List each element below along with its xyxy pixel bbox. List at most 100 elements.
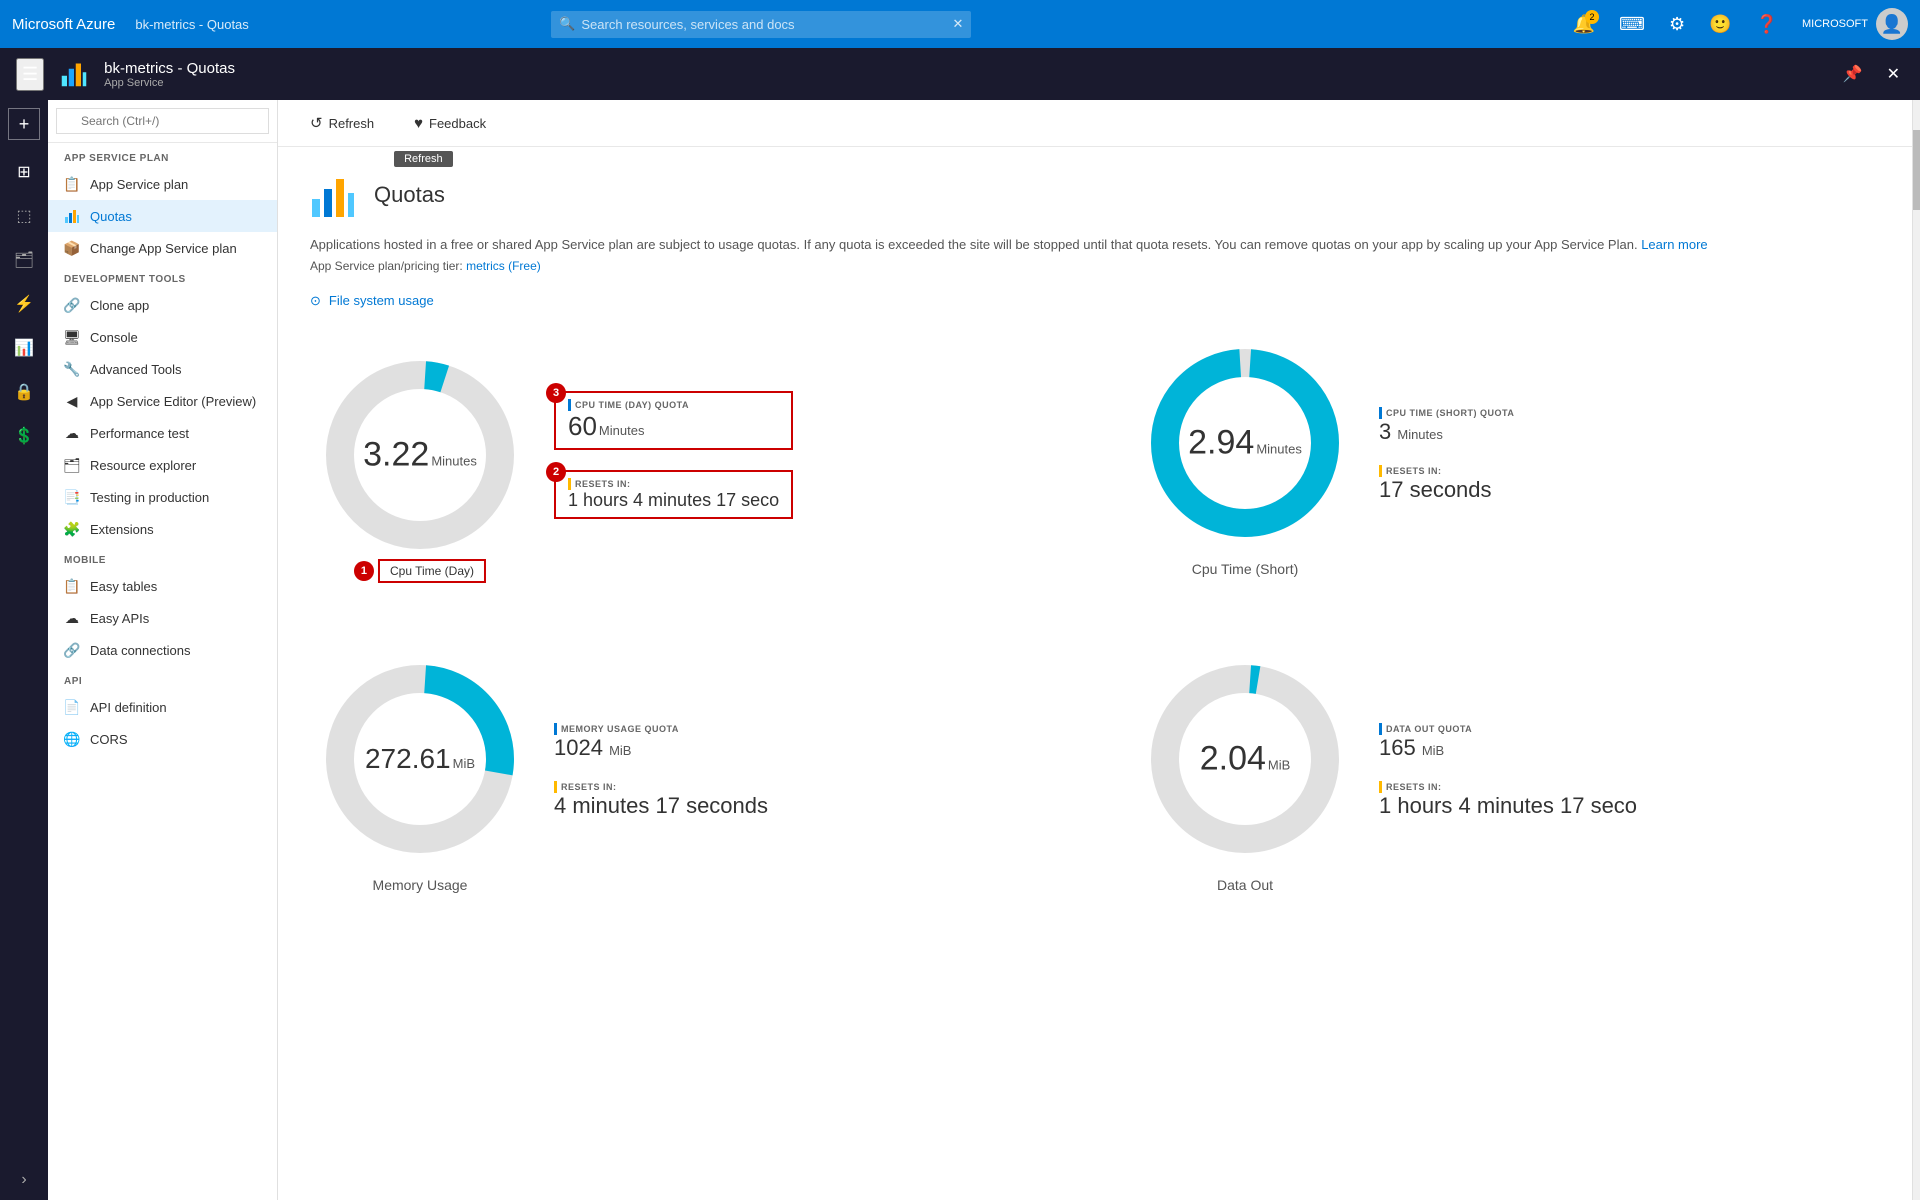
notification-badge: 2 bbox=[1585, 10, 1599, 24]
memory-name: Memory Usage bbox=[373, 877, 468, 893]
cpu-short-center: 2.94 Minutes bbox=[1188, 423, 1302, 462]
cpu-day-info: 3 CPU TIME (DAY) QUOTA 60Minutes 2 bbox=[554, 391, 793, 519]
resource-explorer-icon: 🗂 bbox=[64, 457, 80, 473]
nav-icon-cost[interactable]: 💲 bbox=[4, 416, 44, 456]
new-resource-button[interactable]: + bbox=[8, 108, 40, 140]
sidebar-item-advanced-tools[interactable]: 🔧 Advanced Tools bbox=[48, 353, 277, 385]
topbar-search-input[interactable] bbox=[551, 11, 971, 38]
cpu-short-resets-row: RESETS IN: 17 seconds bbox=[1379, 465, 1514, 503]
easy-apis-icon: ☁ bbox=[64, 610, 80, 626]
app-title: bk-metrics - Quotas bbox=[104, 60, 235, 77]
sidebar-item-console[interactable]: 🖥 Console bbox=[48, 321, 277, 353]
user-label: MICROSOFT bbox=[1802, 18, 1868, 30]
quotas-page-icon bbox=[310, 171, 358, 219]
pin-icon[interactable]: 📌 bbox=[1839, 60, 1867, 88]
topbar-actions: 🔔 2 ⌨ ⚙ 🙂 ❓ MICROSOFT 👤 bbox=[1565, 8, 1908, 40]
content-inner: Quotas Applications hosted in a free or … bbox=[278, 147, 1912, 1200]
memory-resets-row: RESETS IN: 4 minutes 17 seconds bbox=[554, 781, 768, 819]
topbar: Microsoft Azure bk-metrics - Quotas 🔍 ✕ … bbox=[0, 0, 1920, 48]
settings-button[interactable]: ⚙ bbox=[1661, 10, 1693, 39]
nav-icon-security[interactable]: 🔒 bbox=[4, 372, 44, 412]
sidebar-section-dev-tools: DEVELOPMENT TOOLS bbox=[48, 264, 277, 289]
sidebar-item-resource-explorer[interactable]: 🗂 Resource explorer bbox=[48, 449, 277, 481]
file-system-icon: ⊙ bbox=[310, 293, 321, 309]
performance-test-icon: ☁ bbox=[64, 425, 80, 441]
topbar-resource-title: bk-metrics - Quotas bbox=[135, 17, 248, 32]
cpu-day-center: 3.22 Minutes bbox=[363, 435, 477, 474]
close-icon[interactable]: ✕ bbox=[1883, 60, 1904, 88]
feedback-button-toolbar[interactable]: ♥ Feedback bbox=[402, 109, 498, 138]
learn-more-link[interactable]: Learn more bbox=[1641, 237, 1707, 252]
help-button[interactable]: ❓ bbox=[1748, 10, 1786, 39]
memory-info: MEMORY USAGE QUOTA 1024 MiB RESETS IN: 4… bbox=[554, 723, 768, 819]
app-service-plan-icon: 📋 bbox=[64, 176, 80, 192]
hamburger-button[interactable]: ☰ bbox=[16, 58, 44, 91]
gauge-cpu-short: 2.94 Minutes Cpu Time (Short) C bbox=[1135, 333, 1880, 577]
sidebar-item-performance-test[interactable]: ☁ Performance test bbox=[48, 417, 277, 449]
nav-icon-expand[interactable]: › bbox=[4, 1160, 44, 1200]
data-out-unit: MiB bbox=[1268, 757, 1290, 772]
api-definition-icon: 📄 bbox=[64, 699, 80, 715]
cors-icon: 🌐 bbox=[64, 731, 80, 747]
content-area: ↺ Refresh Refresh ♥ Feedback bbox=[278, 100, 1912, 1200]
sidebar-item-quotas[interactable]: Quotas bbox=[48, 200, 277, 232]
sidebar-item-clone-app[interactable]: 🔗 Clone app bbox=[48, 289, 277, 321]
sidebar-section-api: API bbox=[48, 666, 277, 691]
feedback-button[interactable]: 🙂 bbox=[1701, 10, 1739, 39]
sidebar-item-change-plan[interactable]: 📦 Change App Service plan bbox=[48, 232, 277, 264]
cpu-short-name: Cpu Time (Short) bbox=[1192, 561, 1299, 577]
notifications-button[interactable]: 🔔 2 bbox=[1565, 10, 1603, 39]
sidebar-item-easy-tables[interactable]: 📋 Easy tables bbox=[48, 570, 277, 602]
nav-icon-resource-groups[interactable]: 🗂 bbox=[4, 240, 44, 280]
nav-icon-all-resources[interactable]: ⬚ bbox=[4, 196, 44, 236]
left-icon-bar: + ⊞ ⬚ 🗂 ⚡ 📊 🔒 💲 › bbox=[0, 100, 48, 1200]
sidebar-item-api-definition[interactable]: 📄 API definition bbox=[48, 691, 277, 723]
nav-icon-monitor[interactable]: 📊 bbox=[4, 328, 44, 368]
refresh-icon: ↺ bbox=[310, 114, 323, 132]
cpu-day-label-box: Cpu Time (Day) bbox=[378, 559, 486, 583]
page-plan-info: App Service plan/pricing tier: metrics (… bbox=[310, 259, 1880, 273]
content-toolbar: ↺ Refresh Refresh ♥ Feedback bbox=[278, 100, 1912, 147]
sidebar-item-easy-apis[interactable]: ☁ Easy APIs bbox=[48, 602, 277, 634]
page-header: Quotas bbox=[310, 171, 1880, 219]
file-system-link[interactable]: ⊙ File system usage bbox=[310, 293, 1880, 309]
sidebar-item-extensions[interactable]: 🧩 Extensions bbox=[48, 513, 277, 545]
refresh-button[interactable]: ↺ Refresh bbox=[298, 108, 386, 138]
user-avatar[interactable]: 👤 bbox=[1876, 8, 1908, 40]
cpu-short-info: CPU TIME (SHORT) QUOTA 3 Minutes RESETS … bbox=[1379, 407, 1514, 503]
page-title: Quotas bbox=[374, 182, 445, 208]
cloud-shell-button[interactable]: ⌨ bbox=[1611, 10, 1653, 39]
sidebar-item-cors[interactable]: 🌐 CORS bbox=[48, 723, 277, 755]
cpu-short-value: 2.94 bbox=[1188, 423, 1254, 462]
cpu-short-quota-row: CPU TIME (SHORT) QUOTA 3 Minutes bbox=[1379, 407, 1514, 445]
data-out-center: 2.04 MiB bbox=[1200, 739, 1291, 778]
console-icon: 🖥 bbox=[64, 329, 80, 345]
gauges-grid: 1 Cpu Time (Day) 3.22 Minutes bbox=[310, 333, 1880, 893]
gauge-memory: 272.61 MiB Memory Usage MEMORY bbox=[310, 649, 1055, 893]
data-out-name: Data Out bbox=[1217, 877, 1273, 893]
memory-quota-row: MEMORY USAGE QUOTA 1024 MiB bbox=[554, 723, 768, 761]
secondbar: ☰ bk-metrics - Quotas App Service 📌 ✕ bbox=[0, 48, 1920, 100]
change-plan-icon: 📦 bbox=[64, 240, 80, 256]
sidebar-search-input[interactable] bbox=[56, 108, 269, 134]
extensions-icon: 🧩 bbox=[64, 521, 80, 537]
scrollbar[interactable] bbox=[1912, 100, 1920, 1200]
easy-tables-icon: 📋 bbox=[64, 578, 80, 594]
cpu-day-unit: Minutes bbox=[431, 453, 477, 468]
sidebar-item-testing-production[interactable]: 📑 Testing in production bbox=[48, 481, 277, 513]
nav-icon-dashboard[interactable]: ⊞ bbox=[4, 152, 44, 192]
sidebar-item-app-service-plan[interactable]: 📋 App Service plan bbox=[48, 168, 277, 200]
data-connections-icon: 🔗 bbox=[64, 642, 80, 658]
cpu-day-resets-box: 2 RESETS IN: 1 hours 4 minutes 17 seco bbox=[554, 470, 793, 519]
data-out-info: DATA OUT QUOTA 165 MiB RESETS IN: 1 hour… bbox=[1379, 723, 1637, 819]
sidebar-item-data-connections[interactable]: 🔗 Data connections bbox=[48, 634, 277, 666]
scrollbar-thumb[interactable] bbox=[1913, 130, 1920, 210]
plan-link[interactable]: metrics (Free) bbox=[466, 259, 541, 273]
topbar-search-clear-icon[interactable]: ✕ bbox=[952, 16, 963, 32]
cpu-day-badge-1: 1 bbox=[354, 561, 374, 581]
gauge-cpu-day: 1 Cpu Time (Day) 3.22 Minutes bbox=[310, 333, 1055, 577]
sidebar-item-app-service-editor[interactable]: ◀ App Service Editor (Preview) bbox=[48, 385, 277, 417]
data-out-quota-row: DATA OUT QUOTA 165 MiB bbox=[1379, 723, 1637, 761]
data-out-resets-row: RESETS IN: 1 hours 4 minutes 17 seco bbox=[1379, 781, 1637, 819]
nav-icon-marketplace[interactable]: ⚡ bbox=[4, 284, 44, 324]
